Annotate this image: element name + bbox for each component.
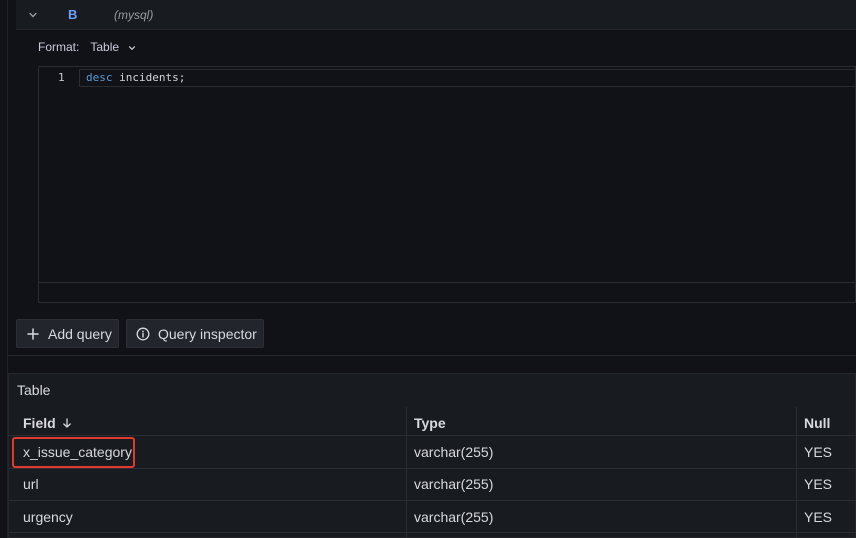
highlight-annotation-box [12, 437, 135, 468]
row-divider [9, 435, 856, 436]
format-value[interactable]: Table [90, 40, 119, 54]
query-row-header[interactable]: B (mysql) [16, 0, 856, 30]
chevron-down-icon[interactable] [127, 42, 137, 52]
divider [8, 355, 856, 356]
sql-keyword: desc [86, 71, 113, 84]
sort-arrow-down-icon [62, 418, 71, 428]
info-circle-icon [136, 327, 150, 340]
column-divider [406, 407, 407, 538]
datasource-name: (mysql) [114, 8, 154, 22]
line-number: 1 [58, 71, 65, 84]
table-cell-type[interactable]: varchar(255) [414, 476, 493, 492]
table-cell-type[interactable]: varchar(255) [414, 509, 493, 525]
plus-icon [27, 327, 39, 340]
column-divider [796, 407, 797, 538]
column-header-label: Type [414, 415, 446, 431]
table-cell-field[interactable]: urgency [23, 509, 73, 525]
table-cell-null[interactable]: YES [804, 509, 832, 525]
format-label: Format: [38, 40, 80, 54]
column-header-label: Field [23, 415, 56, 431]
table-cell-null[interactable]: YES [804, 476, 832, 492]
add-query-label: Add query [48, 325, 112, 342]
query-inspector-button[interactable]: Query inspector [126, 319, 264, 348]
sql-text: incidents; [112, 71, 186, 84]
editor-active-line [79, 69, 856, 87]
chevron-down-icon[interactable] [26, 8, 40, 22]
row-divider [9, 500, 856, 501]
table-cell-null[interactable]: YES [804, 444, 832, 460]
row-divider [9, 468, 856, 469]
left-rail [0, 0, 8, 538]
column-header-null[interactable]: Null [804, 415, 830, 431]
table-panel: Table Field Type Null x_issue_category v… [8, 373, 856, 538]
panel-title: Table [17, 382, 51, 398]
column-header-type[interactable]: Type [414, 415, 446, 431]
sql-editor[interactable]: 1 desc incidents; [38, 66, 856, 303]
query-inspector-label: Query inspector [158, 325, 257, 342]
add-query-button[interactable]: Add query [16, 319, 119, 348]
row-divider [9, 532, 856, 533]
format-selector[interactable]: Format: Table [38, 39, 137, 55]
column-header-label: Null [804, 415, 831, 431]
column-header-field[interactable]: Field [23, 415, 73, 431]
editor-divider [39, 282, 856, 283]
query-ref-id[interactable]: B [68, 7, 77, 22]
table-cell-field[interactable]: url [23, 476, 39, 492]
code-line[interactable]: desc incidents; [86, 71, 185, 84]
table-cell-type[interactable]: varchar(255) [414, 444, 493, 460]
